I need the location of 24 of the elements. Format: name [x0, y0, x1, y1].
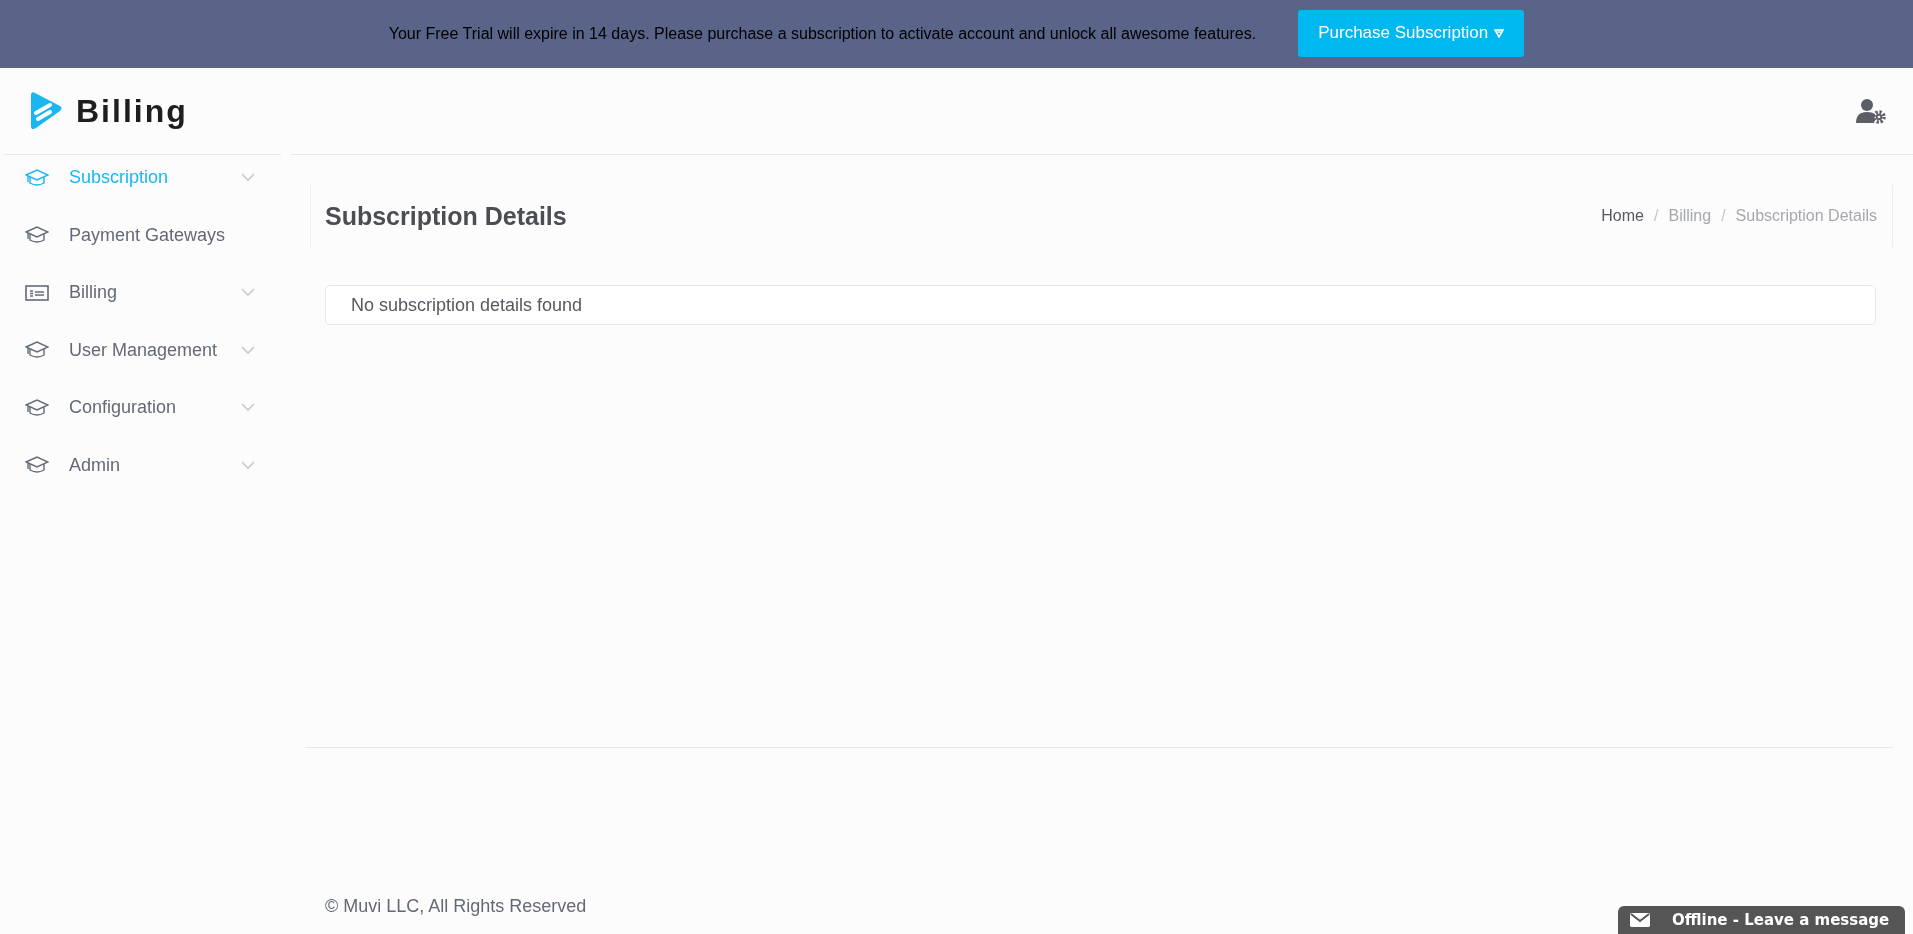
copyright-text: © Muvi LLC, All Rights Reserved: [325, 896, 588, 917]
envelope-icon: [1630, 913, 1650, 927]
page-title: Subscription Details: [325, 201, 567, 231]
logo-icon: [28, 91, 64, 131]
breadcrumb-separator: /: [1653, 207, 1660, 225]
chat-offline-button[interactable]: Offline - Leave a message: [1618, 906, 1905, 934]
graduation-cap-icon: [25, 456, 49, 475]
sidebar-item[interactable]: Admin: [0, 436, 285, 494]
bill-icon: [25, 283, 49, 302]
graduation-cap-icon: [25, 398, 49, 417]
user-settings-icon[interactable]: [1855, 98, 1887, 124]
breadcrumb-link[interactable]: Home: [1601, 207, 1644, 225]
graduation-cap-icon: [25, 226, 49, 245]
sidebar-item[interactable]: Payment Gateways: [0, 206, 285, 264]
sidebar-item[interactable]: User Management: [0, 321, 285, 379]
sidebar-item[interactable]: Billing: [0, 264, 285, 322]
empty-message: No subscription details found: [325, 285, 1876, 325]
sidebar-item[interactable]: Configuration: [0, 379, 285, 437]
graduation-cap-icon: [25, 341, 49, 360]
trial-message: Your Free Trial will expire in 14 days. Please purchase a subscription to activate account and unlock all awesome features.: [388, 25, 1257, 43]
graduation-cap-icon: [25, 168, 49, 187]
tag-icon: [1494, 28, 1505, 38]
breadcrumb-separator: /: [1720, 207, 1727, 225]
app-title: Billing: [76, 92, 188, 130]
